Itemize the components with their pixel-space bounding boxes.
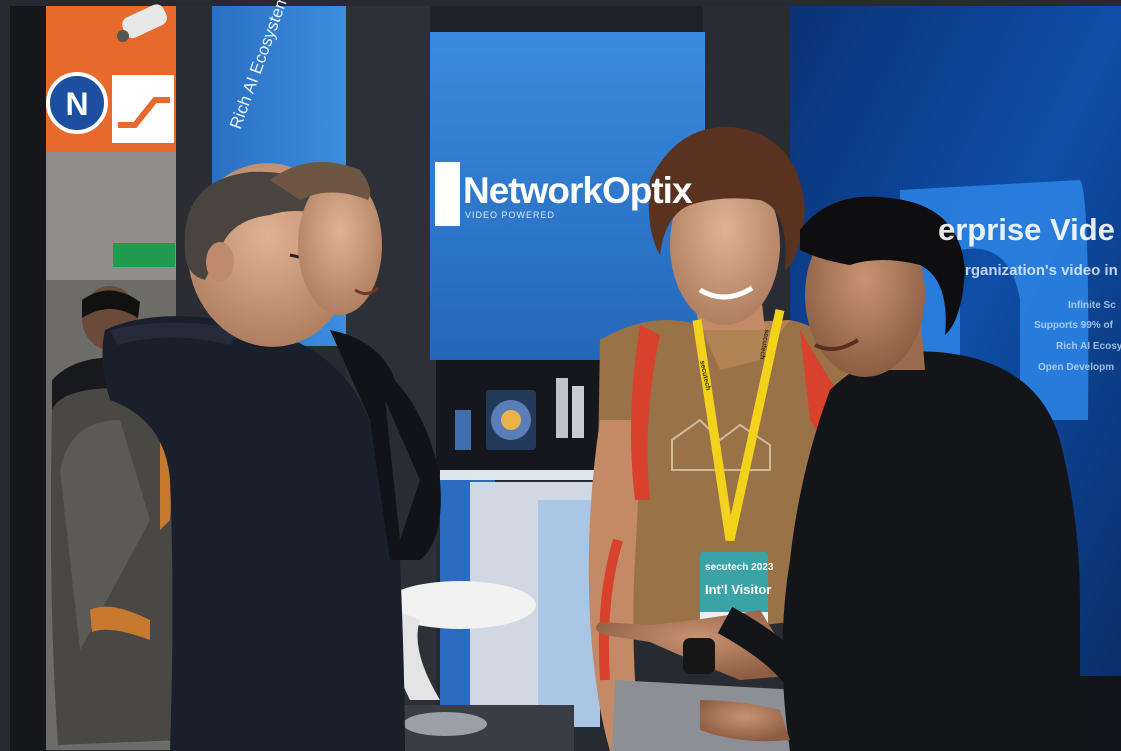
scene-illustration: N [0,0,1121,751]
smartwatch [683,638,715,674]
exit-sign [113,243,175,267]
banner-subtitle: rganization's video in [965,262,1118,279]
badge-visitor-type: Int'l Visitor [705,582,772,597]
sign-letter: N [65,86,88,122]
banner-bullet: Infinite Sc [1068,300,1116,311]
orange-sign [46,6,176,152]
banner-title: erprise Vide [938,212,1115,247]
photo-scene: N Rich AI Ecosystem NetworkOptix VIDEO P… [0,0,1121,751]
banner-bullet: Open Developm [1038,362,1115,373]
banner-bullet: Supports 99% of [1034,320,1113,331]
brand-tagline: VIDEO POWERED [465,210,556,220]
brand-name: NetworkOptix [463,170,693,211]
badge-event-name: secutech 2023 [705,562,774,573]
logo-icon [435,162,460,226]
banner-bullet: Rich AI Ecosy [1056,341,1121,352]
